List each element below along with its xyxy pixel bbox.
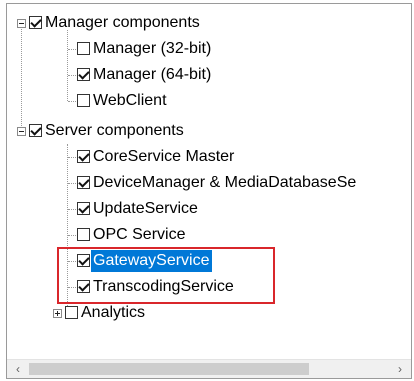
tree-node-label: WebClient: [93, 92, 167, 109]
checkbox-transcodingservice[interactable]: [77, 280, 90, 293]
tree-connector: [68, 209, 76, 210]
tree-node-label: Server components: [45, 122, 184, 139]
tree-node-label: Manager (32-bit): [93, 40, 212, 57]
checkbox-gatewayservice[interactable]: [77, 254, 90, 267]
checkbox-manager-components[interactable]: [29, 16, 42, 29]
tree-node-label: CoreService Master: [93, 148, 235, 165]
tree-node-webclient[interactable]: WebClient: [7, 88, 411, 114]
tree-node-opc-service[interactable]: OPC Service: [7, 222, 411, 248]
tree-node-label: OPC Service: [93, 226, 186, 243]
tree-node-transcodingservice[interactable]: TranscodingService: [7, 274, 411, 300]
tree-node-manager-components[interactable]: Manager components: [7, 10, 411, 36]
tree-node-manager-32bit[interactable]: Manager (32-bit): [7, 36, 411, 62]
checkbox-coreservice-master[interactable]: [77, 150, 90, 163]
tree-connector: [68, 287, 76, 288]
component-tree: Manager components Manager (32-bit) Mana…: [7, 4, 411, 360]
checkbox-opc-service[interactable]: [77, 228, 90, 241]
tree-node-label: Manager (64-bit): [93, 66, 212, 83]
component-tree-panel: Manager components Manager (32-bit) Mana…: [6, 3, 412, 379]
scroll-left-icon[interactable]: ‹: [9, 360, 27, 378]
expand-icon[interactable]: [53, 309, 62, 318]
tree-node-label: Analytics: [81, 304, 146, 321]
tree-node-gatewayservice[interactable]: GatewayService: [7, 248, 411, 274]
tree-node-manager-64bit[interactable]: Manager (64-bit): [7, 62, 411, 88]
checkbox-webclient[interactable]: [77, 94, 90, 107]
checkbox-analytics[interactable]: [65, 306, 78, 319]
tree-node-label: DeviceManager & MediaDatabaseSe: [93, 174, 357, 191]
checkbox-manager-32bit[interactable]: [77, 42, 90, 55]
checkbox-manager-64bit[interactable]: [77, 68, 90, 81]
tree-connector: [68, 101, 76, 102]
horizontal-scrollbar[interactable]: ‹ ›: [7, 359, 411, 378]
tree-connector: [68, 183, 76, 184]
tree-connector: [68, 235, 76, 236]
scrollbar-thumb[interactable]: [29, 363, 309, 375]
tree-connector: [68, 261, 76, 262]
tree-node-analytics[interactable]: Analytics: [7, 300, 411, 326]
checkbox-server-components[interactable]: [29, 124, 42, 137]
tree-connector: [68, 157, 76, 158]
tree-node-updateservice[interactable]: UpdateService: [7, 196, 411, 222]
scroll-right-icon[interactable]: ›: [391, 360, 409, 378]
tree-connector: [68, 49, 76, 50]
checkbox-updateservice[interactable]: [77, 202, 90, 215]
tree-connector: [68, 75, 76, 76]
tree-node-label-selected: GatewayService: [91, 250, 212, 272]
tree-node-label: Manager components: [45, 14, 200, 31]
tree-node-server-components[interactable]: Server components: [7, 118, 411, 144]
tree-node-devicemanager[interactable]: DeviceManager & MediaDatabaseSe: [7, 170, 411, 196]
tree-node-coreservice-master[interactable]: CoreService Master: [7, 144, 411, 170]
tree-node-label: UpdateService: [93, 200, 198, 217]
tree-node-label: TranscodingService: [93, 278, 234, 295]
collapse-icon[interactable]: [17, 127, 26, 136]
collapse-icon[interactable]: [17, 19, 26, 28]
checkbox-devicemanager[interactable]: [77, 176, 90, 189]
